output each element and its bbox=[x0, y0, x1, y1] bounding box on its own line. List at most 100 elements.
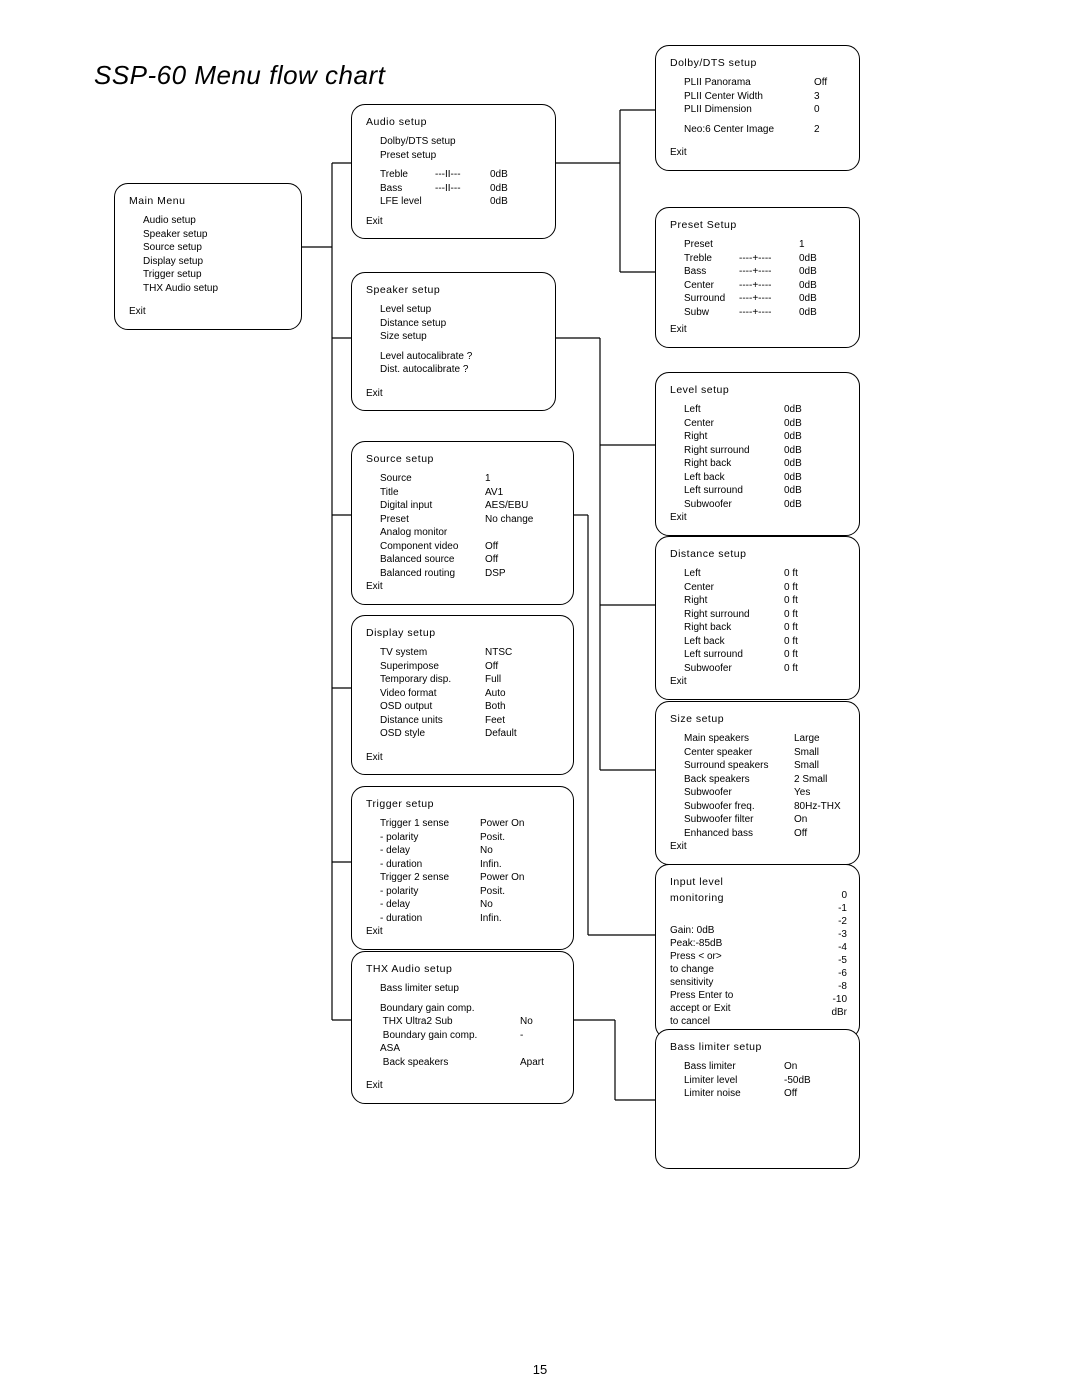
list-item: Temporary disp.Full bbox=[380, 673, 561, 687]
audio-setup-exit: Exit bbox=[366, 215, 543, 229]
list-item: Subwoofer freq.80Hz-THX bbox=[684, 800, 847, 814]
list-item: to change bbox=[670, 963, 790, 976]
level-exit: Exit bbox=[670, 511, 847, 525]
list-item: Dolby/DTS setup bbox=[380, 135, 543, 149]
list-item: Left0 ft bbox=[684, 567, 847, 581]
dolby-dts-title: Dolby/DTS setup bbox=[670, 56, 847, 70]
item-label: Limiter level bbox=[684, 1074, 784, 1088]
page: SSP-60 Menu flow chart Main Menu Audio s… bbox=[0, 0, 1080, 1397]
item-value: 0 ft bbox=[784, 581, 798, 595]
bass-limiter-title: Bass limiter setup bbox=[670, 1040, 847, 1054]
item-value: Feet bbox=[485, 714, 505, 728]
item-label: Left back bbox=[684, 471, 784, 485]
item-value: 0dB bbox=[784, 484, 802, 498]
list-item: -1 bbox=[790, 902, 847, 915]
list-item: Left back0 ft bbox=[684, 635, 847, 649]
item-label: PLII Dimension bbox=[684, 103, 814, 117]
list-item: Level setup bbox=[380, 303, 543, 317]
list-item: Subwoofer0dB bbox=[684, 498, 847, 512]
list-item: dBr bbox=[790, 1006, 847, 1019]
item-label: Left back bbox=[684, 635, 784, 649]
dolby-exit: Exit bbox=[670, 146, 847, 160]
thx-boundary-gain: Boundary gain comp. bbox=[380, 1002, 561, 1016]
item-value: 0 ft bbox=[784, 594, 798, 608]
item-label: Boundary gain comp. bbox=[380, 1029, 520, 1043]
list-item: PLII Dimension0 bbox=[684, 103, 847, 117]
distance-exit: Exit bbox=[670, 675, 847, 689]
list-item: Center speakerSmall bbox=[684, 746, 847, 760]
item-mid: ----+---- bbox=[739, 279, 799, 293]
item-label: Right bbox=[684, 594, 784, 608]
item-value: 0 ft bbox=[784, 621, 798, 635]
display-setup-exit: Exit bbox=[366, 751, 561, 765]
source-setup-title: Source setup bbox=[366, 452, 561, 466]
thx-audio-setup-title: THX Audio setup bbox=[366, 962, 561, 976]
size-setup-box: Size setup Main speakersLargeCenter spea… bbox=[655, 701, 860, 865]
item-value: 2 Small bbox=[794, 773, 827, 787]
list-item: Preset1 bbox=[684, 238, 847, 252]
item-label: Trigger 1 sense bbox=[380, 817, 480, 831]
item-label: Center speaker bbox=[684, 746, 794, 760]
item-value: 0 ft bbox=[784, 648, 798, 662]
item-value: Off bbox=[485, 540, 498, 554]
thx-audio-setup-box: THX Audio setup Bass limiter setup Bound… bbox=[351, 951, 574, 1104]
list-item: Level autocalibrate ? bbox=[380, 350, 543, 364]
item-mid: ---II--- bbox=[435, 168, 490, 182]
item-label: Left bbox=[684, 567, 784, 581]
list-item: - delayNo bbox=[380, 898, 561, 912]
item-value: Small bbox=[794, 759, 819, 773]
list-item: Display setup bbox=[143, 255, 289, 269]
list-item: Center----+----0dB bbox=[684, 279, 847, 293]
item-label: Left bbox=[684, 403, 784, 417]
item-value: Auto bbox=[485, 687, 506, 701]
item-mid: ---II--- bbox=[435, 182, 490, 196]
list-item: Left0dB bbox=[684, 403, 847, 417]
item-value: 0dB bbox=[784, 457, 802, 471]
thx-bass-limiter-line: Bass limiter setup bbox=[380, 982, 561, 996]
list-item: Speaker setup bbox=[143, 228, 289, 242]
list-item: Surround speakersSmall bbox=[684, 759, 847, 773]
list-item: Surround----+----0dB bbox=[684, 292, 847, 306]
preset-exit: Exit bbox=[670, 323, 847, 337]
list-item: TV systemNTSC bbox=[380, 646, 561, 660]
size-exit: Exit bbox=[670, 840, 847, 854]
list-item: Back speakers2 Small bbox=[684, 773, 847, 787]
item-value: 0dB bbox=[799, 265, 817, 279]
item-value: No bbox=[480, 844, 493, 858]
list-item: Right back0 ft bbox=[684, 621, 847, 635]
item-value: 0dB bbox=[784, 444, 802, 458]
item-label: Left surround bbox=[684, 648, 784, 662]
item-value: Both bbox=[485, 700, 506, 714]
list-item: Right surround0dB bbox=[684, 444, 847, 458]
item-label: Subwoofer filter bbox=[684, 813, 794, 827]
level-setup-title: Level setup bbox=[670, 383, 847, 397]
preset-setup-box: Preset Setup Preset1Treble----+----0dBBa… bbox=[655, 207, 860, 348]
item-value: 0dB bbox=[784, 417, 802, 431]
item-label: Back speakers bbox=[380, 1056, 520, 1070]
list-item: PresetNo change bbox=[380, 513, 561, 527]
list-item: Source setup bbox=[143, 241, 289, 255]
list-item: Back speakersApart bbox=[380, 1056, 561, 1070]
item-value: On bbox=[784, 1060, 797, 1074]
item-label: Subwoofer bbox=[684, 498, 784, 512]
list-item: THX Audio setup bbox=[143, 282, 289, 296]
page-title: SSP-60 Menu flow chart bbox=[94, 60, 385, 91]
item-value: 0 ft bbox=[784, 662, 798, 676]
list-item: Treble---II---0dB bbox=[380, 168, 543, 182]
item-label: Source bbox=[380, 472, 485, 486]
list-item: OSD outputBoth bbox=[380, 700, 561, 714]
list-item: Main speakersLarge bbox=[684, 732, 847, 746]
list-item: -2 bbox=[790, 915, 847, 928]
speaker-setup-title: Speaker setup bbox=[366, 283, 543, 297]
item-mid: ----+---- bbox=[739, 292, 799, 306]
display-setup-box: Display setup TV systemNTSCSuperimposeOf… bbox=[351, 615, 574, 775]
item-value: 0dB bbox=[490, 168, 508, 182]
item-label: Digital input bbox=[380, 499, 485, 513]
list-item: Bass limiterOn bbox=[684, 1060, 847, 1074]
list-item: -4 bbox=[790, 941, 847, 954]
list-item: Subwoofer0 ft bbox=[684, 662, 847, 676]
thx-asa: ASA bbox=[380, 1042, 561, 1056]
list-item: -8 bbox=[790, 980, 847, 993]
preset-setup-title: Preset Setup bbox=[670, 218, 847, 232]
audio-setup-box: Audio setup Dolby/DTS setupPreset setup … bbox=[351, 104, 556, 239]
